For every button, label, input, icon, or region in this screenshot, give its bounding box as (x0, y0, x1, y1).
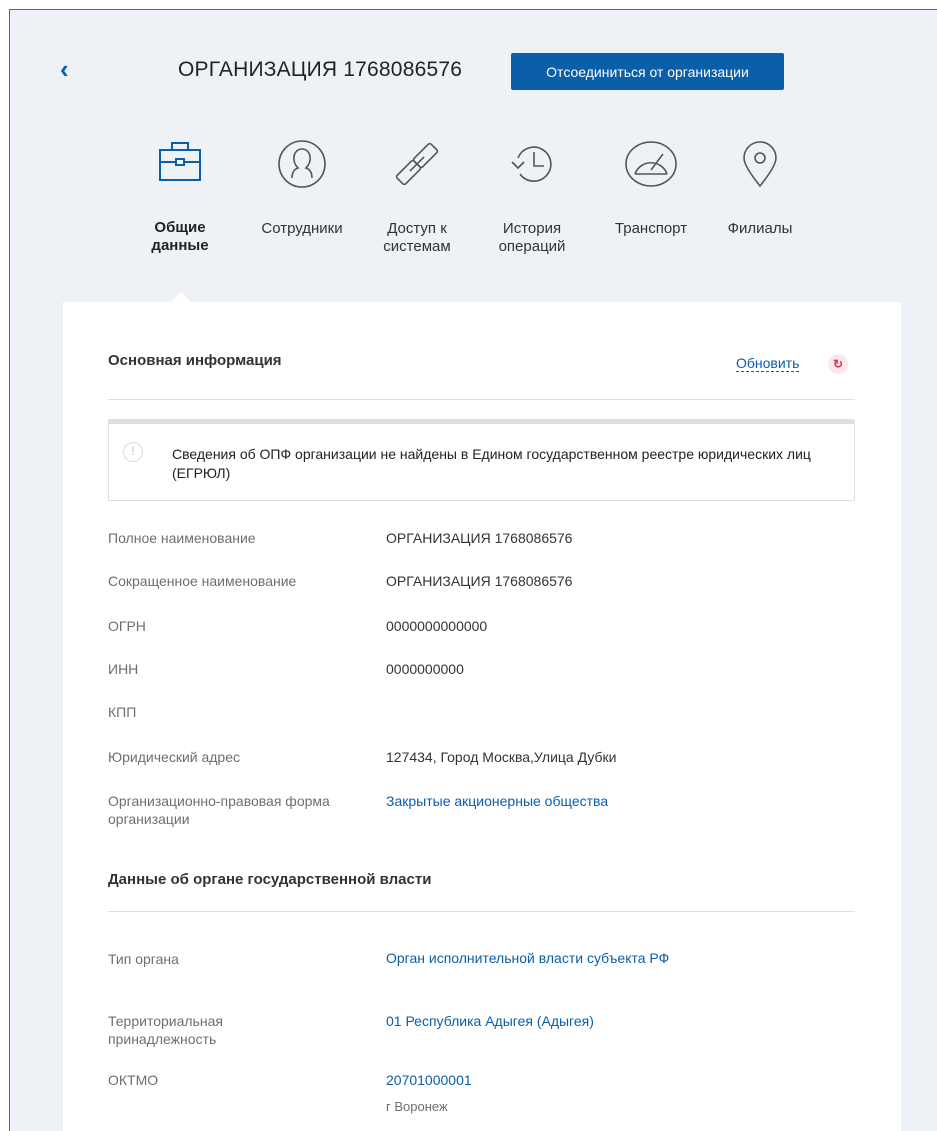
link-icon (395, 142, 439, 186)
tab-employees[interactable]: Сотрудники (247, 138, 357, 238)
field-label: Организационно-правовая форма организаци… (108, 793, 330, 827)
field-value: ОРГАНИЗАЦИЯ 1768086576 (386, 573, 573, 589)
tab-label: Филиалы (727, 220, 793, 237)
field-value: 127434, Город Москва,Улица Дубки (386, 749, 617, 765)
location-pin-icon (743, 141, 777, 188)
disconnect-button[interactable]: Отсоединиться от организации (511, 53, 784, 90)
tab-label: Общие данные (151, 219, 209, 254)
tab-label: Сотрудники (261, 220, 343, 237)
refresh-link[interactable]: Обновить (736, 356, 800, 372)
field-label: ИНН (108, 661, 139, 677)
tab-system-access[interactable]: Доступ к системам (362, 138, 472, 256)
back-button[interactable]: ‹ (60, 56, 80, 82)
briefcase-icon (159, 142, 201, 181)
tab-transport[interactable]: Транспорт (596, 138, 706, 238)
warning-icon: ! (123, 442, 143, 462)
field-value: 0000000000000 (386, 618, 488, 634)
tab-label: Доступ к системам (383, 220, 451, 255)
tab-label: Транспорт (614, 220, 688, 237)
main-info-title: Основная информация (108, 352, 282, 369)
field-value: 0000000000 (386, 661, 464, 677)
gov-info-title: Данные об органе государственной власти (108, 871, 432, 888)
field-subvalue: г Воронеж (386, 1099, 448, 1114)
field-value-link[interactable]: Орган исполнительной власти субъекта РФ (386, 949, 669, 967)
tab-general-data[interactable]: Общие данные (125, 138, 235, 255)
divider (108, 911, 855, 912)
field-label: ОКТМО (108, 1072, 159, 1088)
field-value-link[interactable]: 20701000001 (386, 1071, 472, 1089)
tab-label: История операций (498, 220, 566, 255)
tab-operations-history[interactable]: История операций (477, 138, 587, 256)
field-value-link[interactable]: 01 Республика Адыгея (Адыгея) (386, 1012, 594, 1030)
field-label: Сокращенное наименование (108, 573, 297, 589)
refresh-icon[interactable]: ↻ (828, 354, 848, 374)
speedometer-icon (625, 141, 677, 187)
field-label: Юридический адрес (108, 749, 241, 765)
field-label: Полное наименование (108, 530, 256, 546)
field-label: КПП (108, 704, 137, 720)
warning-alert: ! Сведения об ОПФ организации не найдены… (108, 419, 855, 501)
active-tab-pointer (171, 292, 191, 302)
field-value-link[interactable]: Закрытые акционерные общества (386, 792, 608, 810)
field-label: ОГРН (108, 618, 146, 634)
page-title: ОРГАНИЗАЦИЯ 1768086576 (178, 58, 463, 81)
tab-branches[interactable]: Филиалы (705, 138, 815, 238)
person-icon (278, 140, 326, 188)
alert-text: Сведения об ОПФ организации не найдены в… (172, 446, 811, 481)
field-value: ОРГАНИЗАЦИЯ 1768086576 (386, 530, 573, 546)
field-label: Территориальная принадлежность (108, 1013, 223, 1047)
divider (108, 399, 855, 400)
tab-bar: Общие данные Сотрудники Доступ к система… (130, 138, 850, 298)
history-icon (511, 146, 552, 182)
field-label: Тип органа (108, 951, 179, 967)
